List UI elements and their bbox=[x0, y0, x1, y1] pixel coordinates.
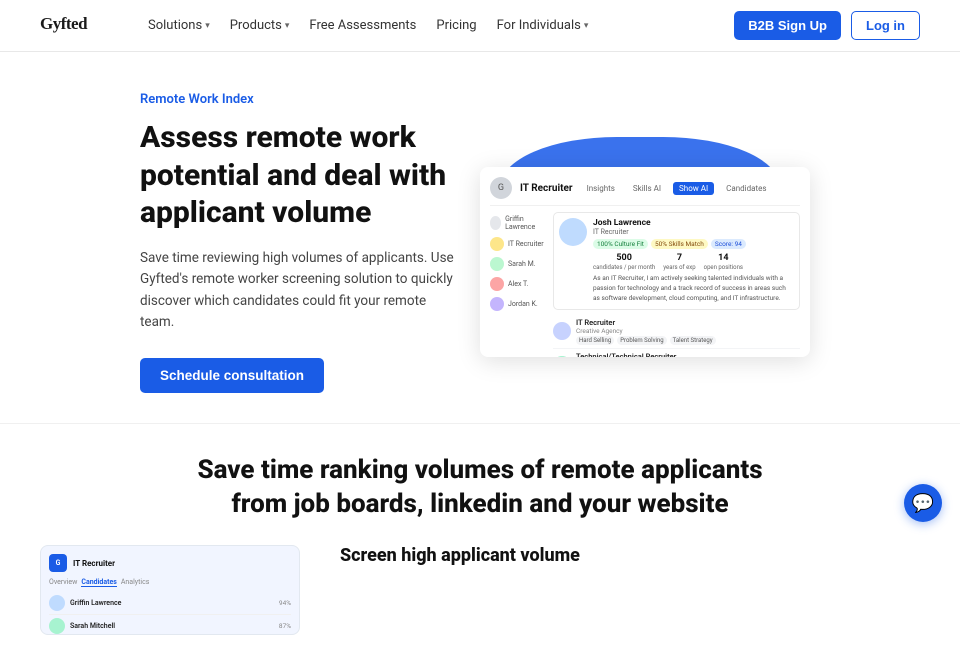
tab-insights[interactable]: Insights bbox=[581, 182, 621, 195]
chat-button[interactable]: 💬 bbox=[904, 484, 942, 522]
sidebar-list: Griffin Lawrence IT Recruiter Sarah M. A… bbox=[490, 212, 545, 357]
mini-candidate-list: IT Recruiter Creative Agency Hard Sellin… bbox=[553, 315, 800, 358]
mini-name: IT Recruiter bbox=[576, 318, 800, 327]
nav-links: Solutions ▾ Products ▾ Free Assessments … bbox=[148, 18, 588, 33]
preview-row: Griffin Lawrence 94% bbox=[49, 592, 291, 615]
candidate-description: As an IT Recruiter, I am actively seekin… bbox=[593, 274, 794, 303]
list-item[interactable]: IT Recruiter Creative Agency Hard Sellin… bbox=[553, 315, 800, 349]
hero-title: Assess remote work potential and deal wi… bbox=[140, 119, 460, 232]
nav-solutions[interactable]: Solutions ▾ bbox=[148, 18, 210, 33]
mini-name: Technical/Technical Recruiter bbox=[576, 352, 800, 358]
mini-info: IT Recruiter Creative Agency Hard Sellin… bbox=[576, 318, 800, 345]
bottom-content: G IT Recruiter Overview Candidates Analy… bbox=[40, 545, 920, 635]
nav-pricing[interactable]: Pricing bbox=[436, 18, 476, 33]
candidate-stats: 500 candidates / per month 7 years of ex… bbox=[593, 253, 794, 271]
chevron-down-icon: ▾ bbox=[285, 21, 290, 31]
stat-candidates: 500 candidates / per month bbox=[593, 253, 655, 271]
sidebar-item[interactable]: Alex T. bbox=[490, 274, 545, 294]
mini-role: Creative Agency bbox=[576, 327, 800, 335]
preview-candidate-name: Sarah Mitchell bbox=[70, 622, 115, 630]
candidate-avatar bbox=[559, 218, 587, 246]
bottom-right: Screen high applicant volume bbox=[340, 545, 580, 566]
preview-header: G IT Recruiter bbox=[49, 554, 291, 572]
tab-candidates[interactable]: Candidates bbox=[720, 182, 772, 195]
preview-score: 94% bbox=[279, 599, 291, 607]
preview-tab-candidates[interactable]: Candidates bbox=[81, 578, 116, 587]
dashboard-title: IT Recruiter bbox=[520, 183, 573, 194]
preview-candidate-name: Griffin Lawrence bbox=[70, 599, 121, 607]
dashboard-avatar: G bbox=[490, 177, 512, 199]
preview-logo: G bbox=[49, 554, 67, 572]
preview-avatar bbox=[49, 618, 65, 634]
sidebar-avatar bbox=[490, 216, 501, 230]
sidebar-avatar bbox=[490, 277, 504, 291]
nav-right: B2B Sign Up Log in bbox=[734, 11, 920, 40]
tab-skills[interactable]: Skills AI bbox=[627, 182, 667, 195]
preview-avatar bbox=[49, 595, 65, 611]
candidate-tags: 100% Culture Fit 50% Skills Match Score:… bbox=[593, 239, 794, 249]
preview-score: 87% bbox=[279, 622, 291, 630]
hero-dashboard: G IT Recruiter Insights Skills AI Show A… bbox=[460, 137, 820, 347]
section-title: Save time ranking volumes of remote appl… bbox=[180, 454, 780, 522]
stat-positions: 14 open positions bbox=[704, 253, 743, 271]
preview-title: IT Recruiter bbox=[73, 559, 115, 568]
sidebar-item[interactable]: IT Recruiter bbox=[490, 234, 545, 254]
mini-tag: Problem Solving bbox=[617, 336, 666, 345]
mini-avatar bbox=[553, 322, 571, 340]
tag-skills: 50% Skills Match bbox=[651, 239, 708, 249]
preview-tabs: Overview Candidates Analytics bbox=[49, 578, 291, 587]
dashboard-card: G IT Recruiter Insights Skills AI Show A… bbox=[480, 167, 810, 357]
sidebar-item[interactable]: Sarah M. bbox=[490, 254, 545, 274]
logo[interactable]: Gyfted bbox=[40, 12, 120, 40]
sidebar-item[interactable]: Griffin Lawrence bbox=[490, 212, 545, 234]
preview-tab-overview[interactable]: Overview bbox=[49, 578, 77, 587]
preview-tab-analytics[interactable]: Analytics bbox=[121, 578, 150, 587]
tag-score: Score: 94 bbox=[711, 239, 746, 249]
mini-info: Technical/Technical Recruiter Creative A… bbox=[576, 352, 800, 358]
nav-individuals[interactable]: For Individuals ▾ bbox=[497, 18, 589, 33]
mini-tag: Hard Selling bbox=[576, 336, 614, 345]
candidate-card: Josh Lawrence IT Recruiter 100% Culture … bbox=[553, 212, 800, 309]
svg-text:Gyfted: Gyfted bbox=[40, 14, 88, 33]
candidate-role: IT Recruiter bbox=[593, 228, 794, 236]
tab-show[interactable]: Show AI bbox=[673, 182, 714, 195]
login-button[interactable]: Log in bbox=[851, 11, 920, 40]
preview-inner: G IT Recruiter Overview Candidates Analy… bbox=[41, 546, 299, 635]
dashboard-tabs: Insights Skills AI Show AI Candidates bbox=[581, 182, 773, 195]
nav-free-assessments[interactable]: Free Assessments bbox=[309, 18, 416, 33]
hero-tag: Remote Work Index bbox=[140, 92, 460, 107]
hero-left: Remote Work Index Assess remote work pot… bbox=[140, 92, 460, 393]
candidate-name: Josh Lawrence bbox=[593, 218, 794, 228]
navbar: Gyfted Solutions ▾ Products ▾ Free Asses… bbox=[0, 0, 960, 52]
candidate-info: Josh Lawrence IT Recruiter 100% Culture … bbox=[593, 218, 794, 303]
preview-row: Sarah Mitchell 87% bbox=[49, 615, 291, 635]
chevron-down-icon: ▾ bbox=[205, 21, 210, 31]
list-item[interactable]: Technical/Technical Recruiter Creative A… bbox=[553, 349, 800, 358]
sidebar-avatar bbox=[490, 257, 504, 271]
mini-avatar bbox=[553, 356, 571, 357]
mini-tags: Hard Selling Problem Solving Talent Stra… bbox=[576, 336, 800, 345]
tag-culture: 100% Culture Fit bbox=[593, 239, 648, 249]
dashboard-body: Griffin Lawrence IT Recruiter Sarah M. A… bbox=[490, 212, 800, 357]
hero-description: Save time reviewing high volumes of appl… bbox=[140, 248, 460, 334]
bottom-subtitle: Screen high applicant volume bbox=[340, 545, 580, 566]
bottom-section: Save time ranking volumes of remote appl… bbox=[0, 424, 960, 655]
sidebar-item[interactable]: Jordan K. bbox=[490, 294, 545, 314]
nav-products[interactable]: Products ▾ bbox=[230, 18, 290, 33]
b2b-signup-button[interactable]: B2B Sign Up bbox=[734, 11, 841, 40]
stat-experience: 7 years of exp bbox=[663, 253, 695, 271]
dashboard-header: G IT Recruiter Insights Skills AI Show A… bbox=[490, 177, 800, 206]
sidebar-avatar bbox=[490, 237, 504, 251]
schedule-consultation-button[interactable]: Schedule consultation bbox=[140, 358, 324, 393]
hero-section: Remote Work Index Assess remote work pot… bbox=[0, 52, 960, 423]
mini-tag: Talent Strategy bbox=[670, 336, 716, 345]
chevron-down-icon: ▾ bbox=[584, 21, 589, 31]
preview-card: G IT Recruiter Overview Candidates Analy… bbox=[40, 545, 300, 635]
nav-left: Gyfted Solutions ▾ Products ▾ Free Asses… bbox=[40, 12, 588, 40]
dashboard-main: Josh Lawrence IT Recruiter 100% Culture … bbox=[553, 212, 800, 357]
sidebar-avatar bbox=[490, 297, 504, 311]
chat-icon: 💬 bbox=[912, 493, 934, 514]
